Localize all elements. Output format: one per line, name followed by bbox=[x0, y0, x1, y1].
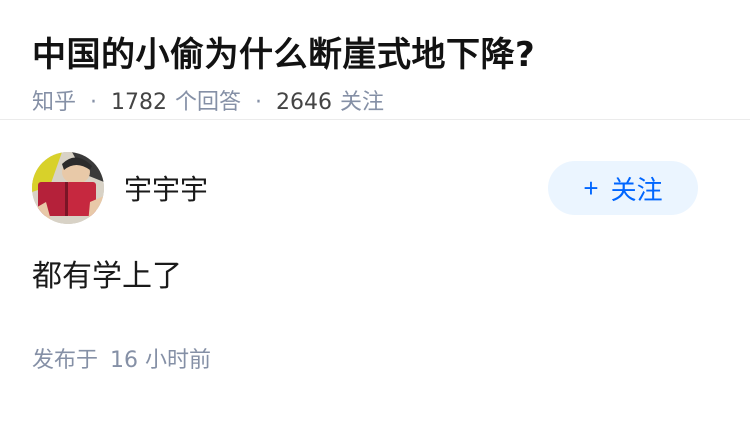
follow-button-label: 关注 bbox=[610, 174, 663, 205]
answer-time: 发布于 16 小时前 bbox=[32, 342, 718, 374]
time-value: 16 小时前 bbox=[110, 348, 212, 373]
author-row: 宇宇宇 + 关注 bbox=[32, 152, 718, 224]
answer-content[interactable]: 都有学上了 bbox=[32, 256, 718, 298]
follow-count: 2646 bbox=[276, 90, 333, 115]
avatar-illustration-icon bbox=[32, 152, 104, 224]
source-label: 知乎 bbox=[32, 90, 77, 115]
time-prefix: 发布于 bbox=[32, 348, 99, 373]
question-header: 中国的小偷为什么断崖式地下降? 知乎 · 1782 个回答 · 2646 关注 bbox=[0, 0, 750, 120]
plus-icon: + bbox=[583, 172, 599, 203]
question-title[interactable]: 中国的小偷为什么断崖式地下降? bbox=[32, 30, 718, 80]
question-meta: 知乎 · 1782 个回答 · 2646 关注 bbox=[32, 86, 718, 120]
follow-count-label: 关注 bbox=[340, 90, 385, 115]
answer-card: 宇宇宇 + 关注 都有学上了 发布于 16 小时前 bbox=[0, 152, 750, 374]
follow-button[interactable]: + 关注 bbox=[548, 161, 698, 215]
separator-dot: · bbox=[90, 90, 98, 115]
separator-dot: · bbox=[255, 90, 263, 115]
author-avatar[interactable] bbox=[32, 152, 104, 224]
answer-count: 1782 bbox=[111, 90, 168, 115]
answer-count-label: 个回答 bbox=[175, 90, 242, 115]
author-name[interactable]: 宇宇宇 bbox=[124, 168, 208, 208]
